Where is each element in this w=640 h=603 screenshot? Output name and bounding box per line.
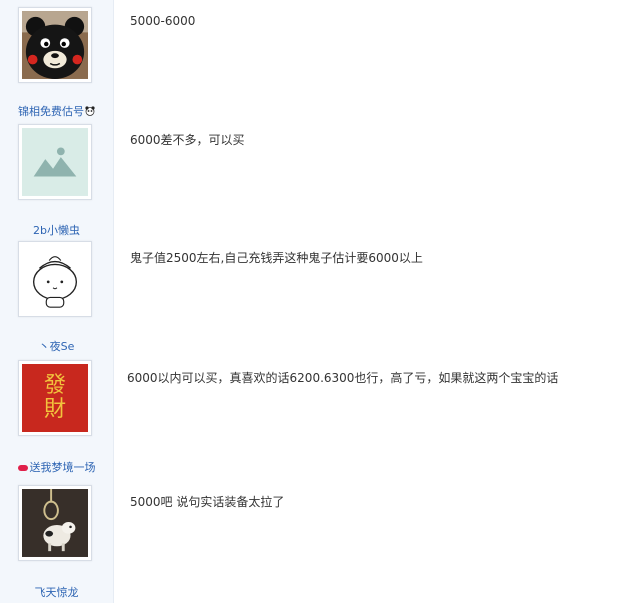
username-text[interactable]: 锦相免费估号 xyxy=(18,105,84,118)
username-text[interactable]: 送我梦境一场 xyxy=(30,461,96,474)
avatar[interactable]: 發 財 xyxy=(18,360,92,436)
facai-top-char: 發 xyxy=(43,373,66,398)
facai-bottom-char: 財 xyxy=(43,397,66,422)
post-content: 6000以内可以买，真喜欢的话6200.6300也行，高了亏，如果就这两个宝宝的… xyxy=(127,371,559,385)
noose-sheep-avatar-icon xyxy=(22,489,88,557)
avatar[interactable] xyxy=(18,485,92,561)
facai-character-avatar-icon: 發 財 xyxy=(22,364,88,432)
username[interactable]: 2b小懒虫 xyxy=(0,222,113,238)
post-content: 鬼子值2500左右,自己充钱弄这种鬼子估计要6000以上 xyxy=(130,251,423,265)
cartoon-figure-avatar-icon xyxy=(22,245,88,313)
lips-badge-icon xyxy=(17,465,28,471)
avatar[interactable] xyxy=(18,124,92,200)
avatar[interactable] xyxy=(18,241,92,317)
kumamon-avatar-icon xyxy=(22,11,88,79)
avatar[interactable] xyxy=(18,7,92,83)
username[interactable]: 飞天惊龙 xyxy=(0,584,113,600)
post-content: 6000差不多，可以买 xyxy=(130,133,245,147)
username[interactable]: 锦相免费估号 xyxy=(0,103,113,119)
post-content: 5000-6000 xyxy=(130,14,196,28)
username[interactable]: 丶夜Se xyxy=(0,338,113,354)
default-mountain-avatar-icon xyxy=(22,128,88,196)
panda-badge-icon xyxy=(85,106,95,116)
post-content: 5000吧 说句实话装备太拉了 xyxy=(130,495,285,509)
username[interactable]: 送我梦境一场 xyxy=(0,459,113,475)
